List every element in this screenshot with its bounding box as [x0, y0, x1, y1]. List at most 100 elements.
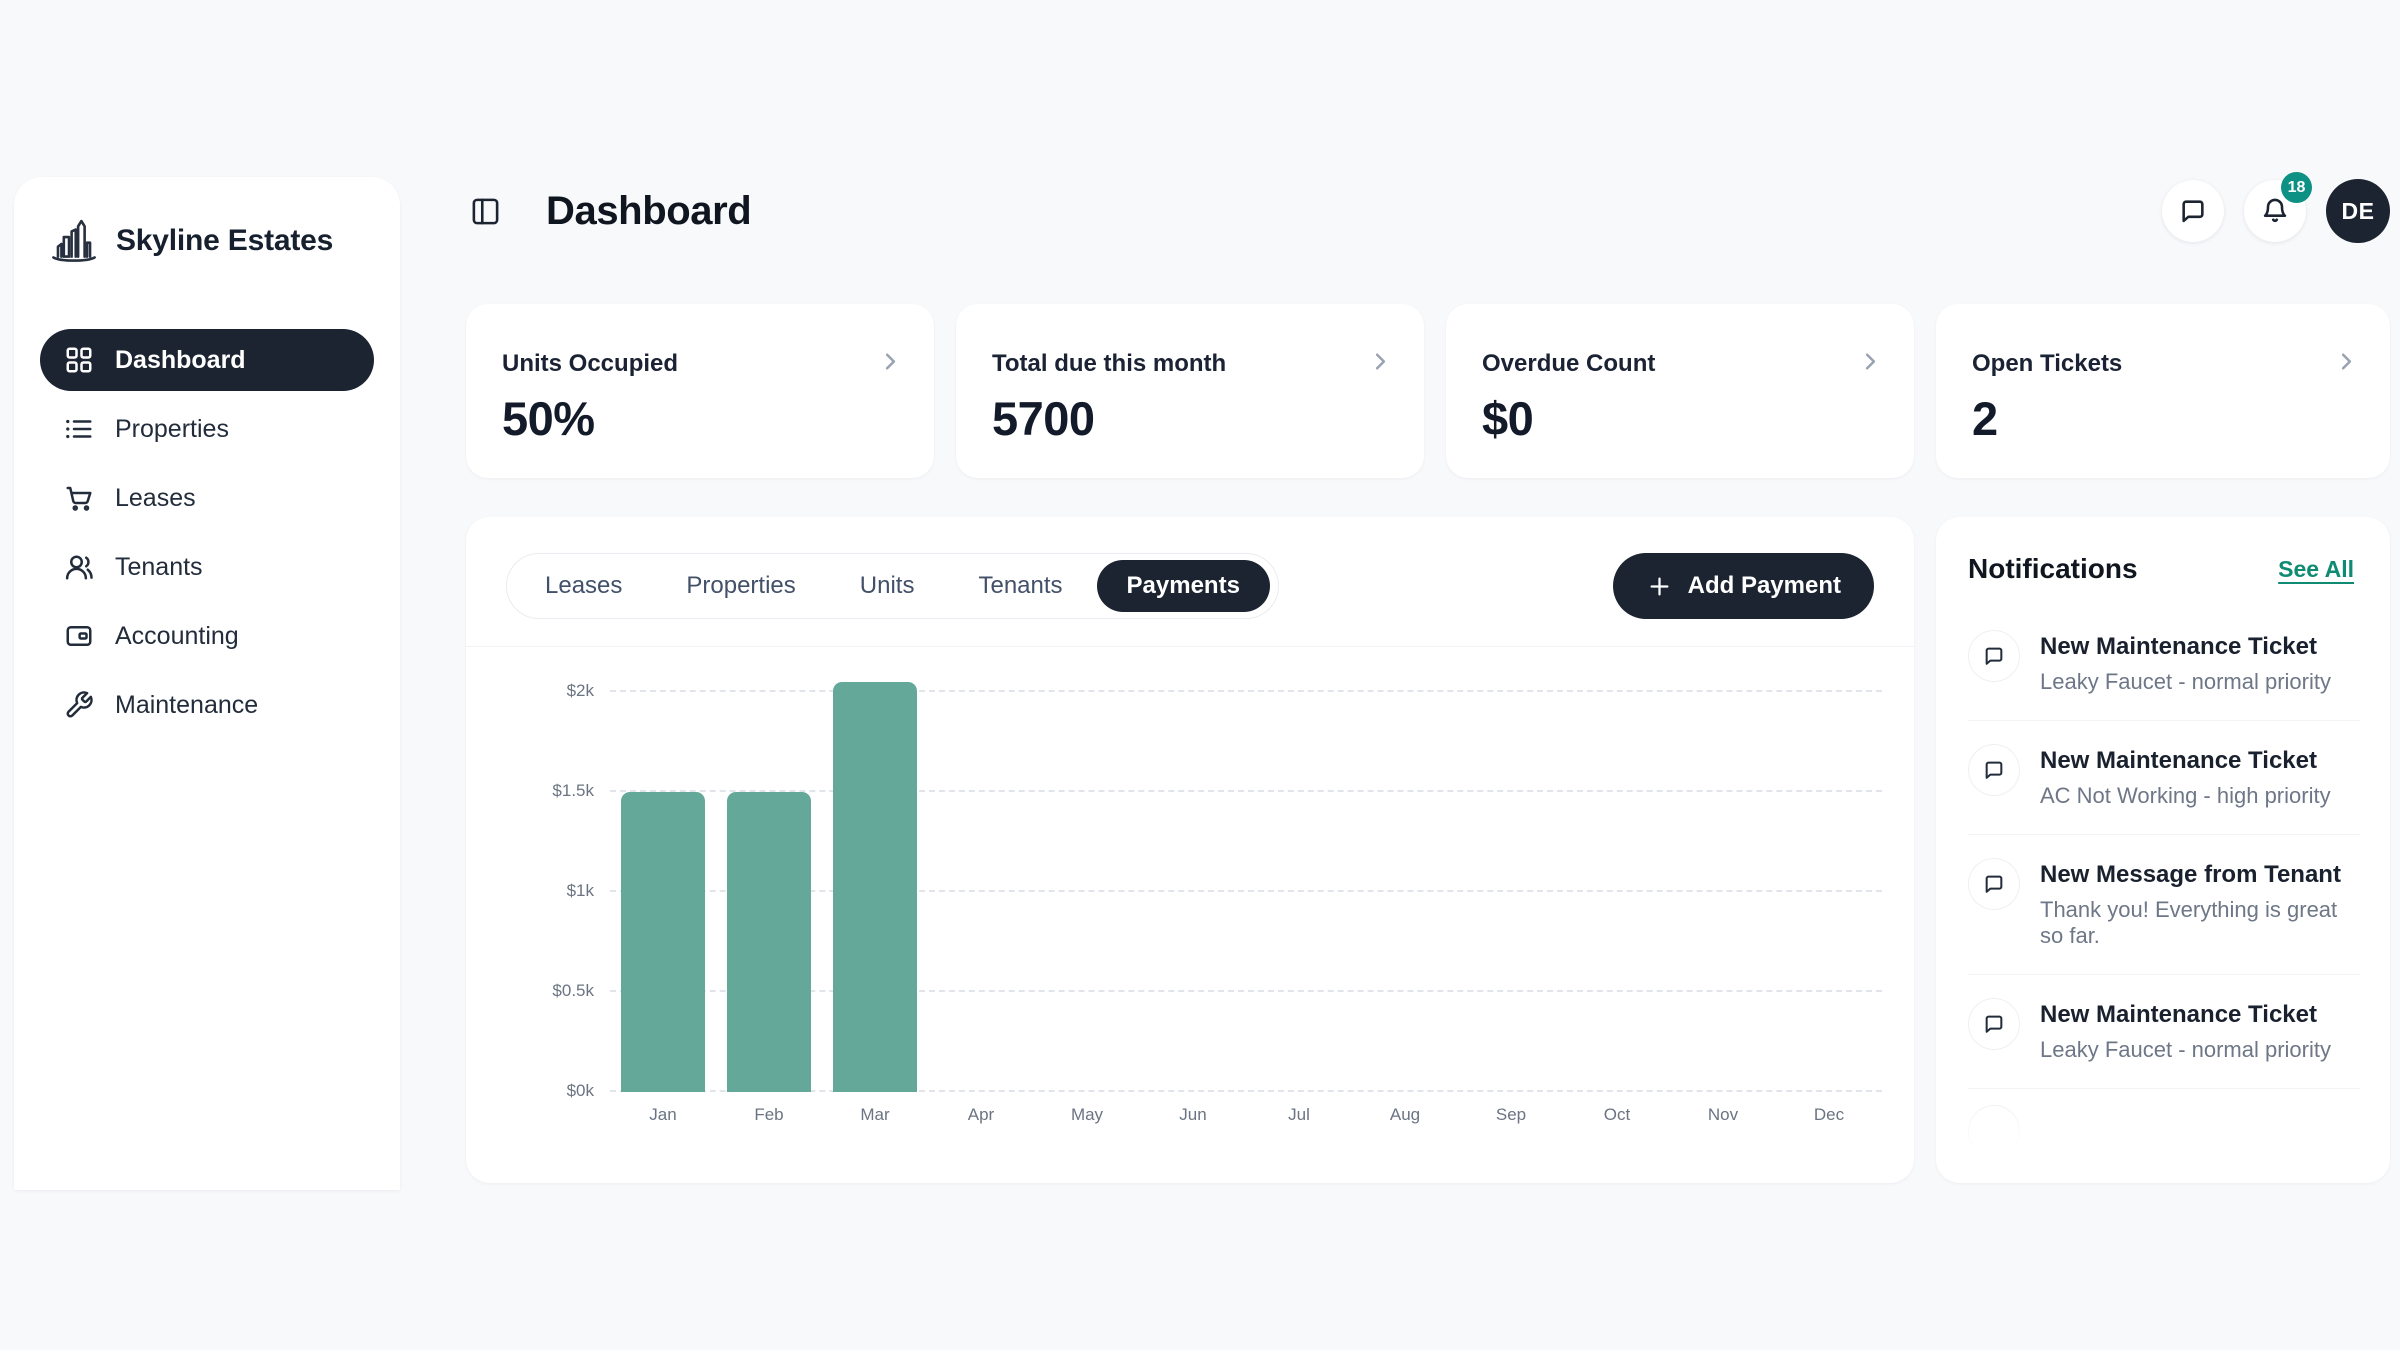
sidebar-item-maintenance[interactable]: Maintenance [40, 674, 374, 736]
tab-units[interactable]: Units [830, 560, 945, 612]
notification-item[interactable]: New Maintenance Ticket AC Not Working - … [1968, 721, 2360, 835]
notification-title: New Maintenance Ticket [2040, 1001, 2331, 1029]
tab-leases[interactable]: Leases [515, 560, 652, 612]
sidebar-item-tenants[interactable]: Tenants [40, 536, 374, 598]
notification-subtitle: Thank you! Everything is great so far. [2040, 897, 2360, 949]
chart-bar-jan[interactable] [621, 792, 705, 1092]
y-axis-tick: $2k [567, 681, 594, 701]
bar-chart-plot: $0k $0.5k $1k $1.5k $2k [610, 682, 1882, 1092]
x-axis-labels: Jan Feb Mar Apr May Jun Jul Aug Sep Oct … [610, 1105, 1882, 1125]
stat-label: Total due this month [992, 350, 1388, 378]
chat-bubble-icon [1968, 744, 2020, 796]
notification-item[interactable]: New Maintenance Ticket Leaky Faucet - no… [1968, 607, 2360, 721]
sidebar-item-label: Maintenance [115, 691, 258, 720]
page-title: Dashboard [546, 189, 751, 234]
shopping-cart-icon [64, 483, 94, 513]
tab-properties[interactable]: Properties [656, 560, 825, 612]
chart-header: Leases Properties Units Tenants Payments… [466, 517, 1914, 647]
sidebar-item-label: Properties [115, 415, 229, 444]
chart-bar-mar[interactable] [833, 682, 917, 1092]
chat-bubble-icon [1968, 998, 2020, 1050]
skyline-logo-icon [48, 215, 100, 267]
page-header: Dashboard 18 DE [470, 178, 2390, 244]
sidebar-item-properties[interactable]: Properties [40, 398, 374, 460]
brand-name: Skyline Estates [116, 224, 333, 258]
stat-label: Overdue Count [1482, 350, 1878, 378]
chat-bubble-icon [1968, 858, 2020, 910]
chevron-right-icon[interactable] [1367, 348, 1394, 380]
stat-card-total-due[interactable]: Total due this month 5700 [956, 304, 1424, 478]
users-icon [64, 552, 94, 582]
x-axis-label: Nov [1670, 1105, 1776, 1125]
notifications-title: Notifications [1968, 553, 2138, 585]
chevron-right-icon[interactable] [1857, 348, 1884, 380]
sidebar-item-label: Leases [115, 484, 196, 513]
stat-card-units-occupied[interactable]: Units Occupied 50% [466, 304, 934, 478]
notification-title: New Maintenance Ticket [2040, 747, 2331, 775]
sidebar-item-label: Accounting [115, 622, 239, 651]
wrench-icon [64, 690, 94, 720]
notification-title: New Maintenance Ticket [2040, 633, 2331, 661]
stat-value: 2 [1972, 391, 2354, 446]
x-axis-label: Apr [928, 1105, 1034, 1125]
tab-tenants[interactable]: Tenants [948, 560, 1092, 612]
notification-item[interactable]: New Message from Tenant Thank you! Every… [1968, 835, 2360, 975]
sidebar: Skyline Estates Dashboard Propert [14, 177, 400, 1190]
plus-icon [1646, 573, 1673, 600]
x-axis-label: Feb [716, 1105, 822, 1125]
notification-subtitle: Leaky Faucet - normal priority [2040, 1037, 2331, 1063]
sidebar-item-dashboard[interactable]: Dashboard [40, 329, 374, 391]
notifications-list: New Maintenance Ticket Leaky Faucet - no… [1936, 607, 2390, 1157]
x-axis-label: Oct [1564, 1105, 1670, 1125]
notifications-button[interactable]: 18 [2244, 180, 2306, 242]
x-axis-label: May [1034, 1105, 1140, 1125]
add-payment-label: Add Payment [1688, 572, 1841, 600]
x-axis-label: Sep [1458, 1105, 1564, 1125]
y-axis-tick: $1k [567, 881, 594, 901]
x-axis-label: Mar [822, 1105, 928, 1125]
notification-subtitle: AC Not Working - high priority [2040, 783, 2331, 809]
y-axis-tick: $0k [567, 1081, 594, 1101]
layout-grid-icon [64, 345, 94, 375]
x-axis-label: Jul [1246, 1105, 1352, 1125]
see-all-link[interactable]: See All [2272, 555, 2360, 584]
notifications-panel: Notifications See All New Maintenance Ti… [1936, 517, 2390, 1183]
sidebar-item-leases[interactable]: Leases [40, 467, 374, 529]
chart-bar-feb[interactable] [727, 792, 811, 1092]
chevron-right-icon[interactable] [877, 348, 904, 380]
tab-payments[interactable]: Payments [1097, 560, 1270, 612]
add-payment-button[interactable]: Add Payment [1613, 553, 1874, 619]
notifications-header: Notifications See All [1936, 517, 2390, 607]
stat-label: Open Tickets [1972, 350, 2354, 378]
x-axis-label: Jan [610, 1105, 716, 1125]
notification-title: New Message from Tenant [2040, 861, 2360, 889]
chat-bubble-icon [1968, 630, 2020, 682]
stat-value: $0 [1482, 391, 1878, 446]
messages-button[interactable] [2162, 180, 2224, 242]
sidebar-nav: Dashboard Properties Leases [40, 329, 374, 736]
stat-cards-row: Units Occupied 50% Total due this month … [466, 304, 2390, 478]
notification-count-badge: 18 [2281, 172, 2312, 203]
header-actions: 18 DE [2162, 179, 2390, 243]
main-content: Leases Properties Units Tenants Payments… [466, 517, 2390, 1183]
notification-subtitle: Leaky Faucet - normal priority [2040, 669, 2331, 695]
avatar[interactable]: DE [2326, 179, 2390, 243]
stat-label: Units Occupied [502, 350, 898, 378]
y-axis-tick: $0.5k [552, 981, 594, 1001]
chevron-right-icon[interactable] [2333, 348, 2360, 380]
chat-bubble-icon [2179, 197, 2207, 225]
bell-icon [2261, 197, 2289, 225]
bars-layer [610, 682, 1882, 1092]
list-icon [64, 414, 94, 444]
notification-item[interactable]: New Maintenance Ticket Leaky Faucet - no… [1968, 975, 2360, 1089]
sidebar-toggle-button[interactable] [470, 196, 501, 227]
stat-card-overdue-count[interactable]: Overdue Count $0 [1446, 304, 1914, 478]
payments-chart-panel: Leases Properties Units Tenants Payments… [466, 517, 1914, 1183]
wallet-icon [64, 621, 94, 651]
sidebar-item-accounting[interactable]: Accounting [40, 605, 374, 667]
brand: Skyline Estates [40, 215, 374, 267]
stat-card-open-tickets[interactable]: Open Tickets 2 [1936, 304, 2390, 478]
stat-value: 50% [502, 391, 898, 446]
x-axis-label: Jun [1140, 1105, 1246, 1125]
sidebar-item-label: Tenants [115, 553, 203, 582]
